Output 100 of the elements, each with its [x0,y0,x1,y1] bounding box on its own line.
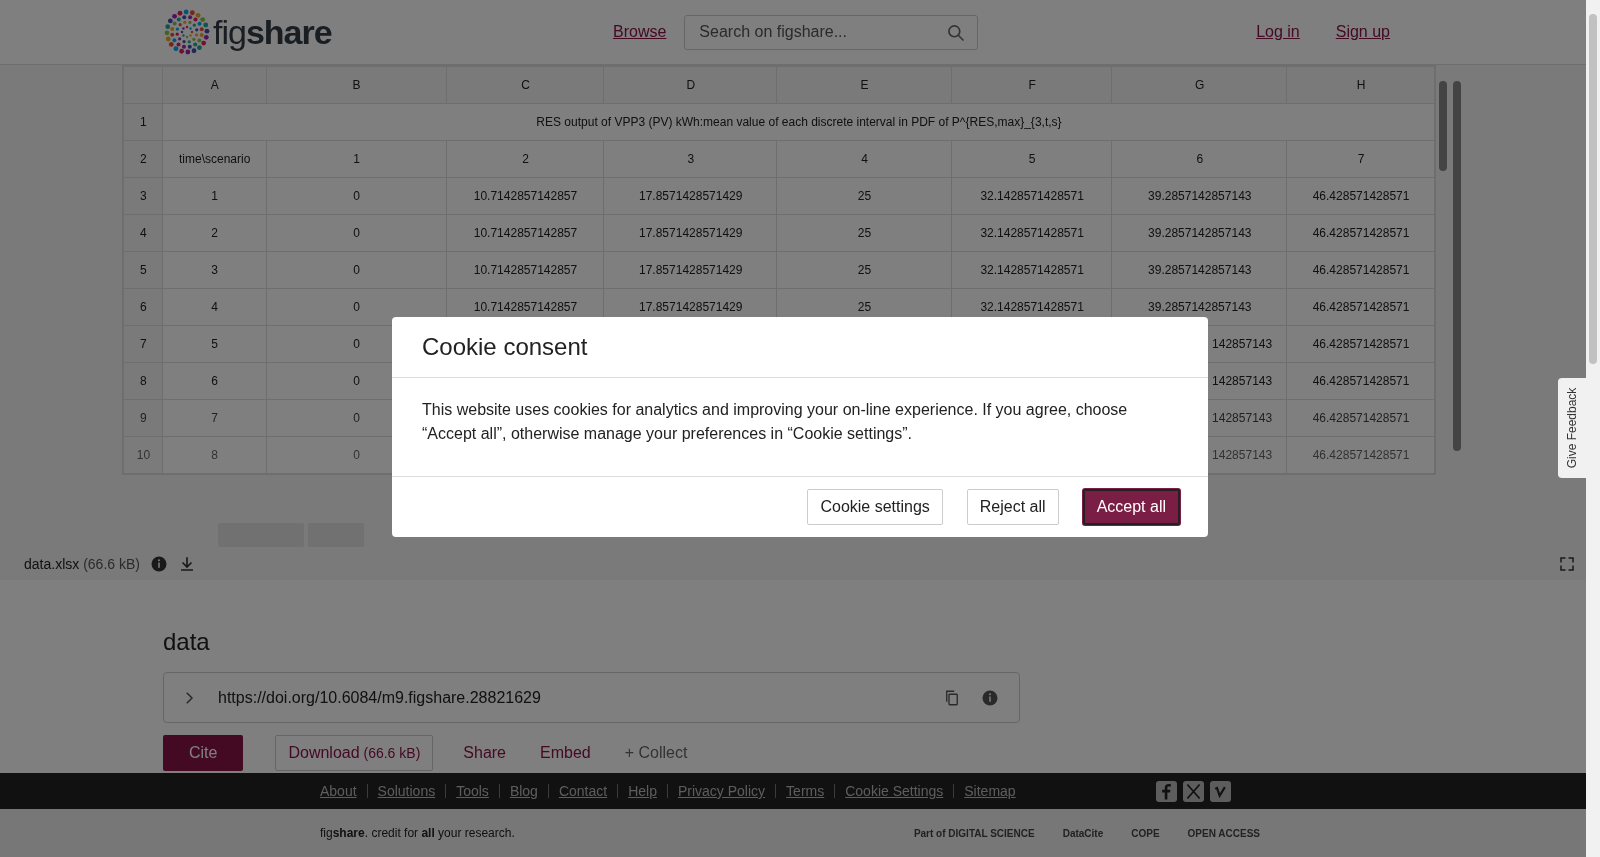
row-number: 10 [123,436,163,474]
info-icon[interactable] [149,555,168,573]
browse-link[interactable]: Browse [613,23,667,41]
auth-link[interactable]: Log in [1256,23,1300,41]
file-name: data.xlsx (66.6 kB) [24,556,140,572]
download-button[interactable]: Download (66.6 kB) [275,735,434,771]
dialog-button[interactable]: Reject all [966,489,1059,525]
table-cell: 39.2857142857143 [1111,214,1287,252]
vimeo-icon[interactable] [1209,780,1231,802]
table-cell: 25 [776,177,952,215]
footer-link[interactable]: Cookie Settings [834,784,944,798]
table-cell: 46.428571428571 [1286,177,1435,215]
table-cell: 7 [1286,140,1435,178]
footer-link[interactable]: Privacy Policy [666,784,766,798]
table-cell: 17.8571428571429 [603,177,777,215]
table-cell: 46.428571428571 [1286,362,1435,400]
search-field[interactable]: Search on figshare... [684,14,979,50]
table-cell: 6 [162,362,266,400]
table-cell: time\scenario [162,140,266,178]
fullscreen-icon[interactable] [1558,555,1576,573]
table-cell: 0 [266,251,447,289]
table-cell: 10.7142857142857 [446,214,604,252]
feedback-tab[interactable]: Give Feedback [1558,378,1586,478]
table-cell: 5 [162,325,266,363]
row-number: 5 [123,251,163,289]
partner-logo[interactable]: DataCite [1062,827,1104,839]
x-icon[interactable] [1182,780,1204,802]
row-number: 4 [123,214,163,252]
row-number: 9 [123,399,163,437]
column-header: H [1286,66,1435,104]
dialog-title: Cookie consent [392,317,1208,378]
table-cell: 1 [266,140,447,178]
table-cell: 32.1428571428571 [951,214,1112,252]
table-cell: 10.7142857142857 [446,251,604,289]
table-cell: 32.1428571428571 [951,177,1112,215]
table-cell: 46.428571428571 [1286,325,1435,363]
table-cell: 4 [162,288,266,326]
tagline: figshare. credit for all your research. [320,826,515,840]
table-cell: 46.428571428571 [1286,214,1435,252]
cite-button[interactable]: Cite [163,735,244,771]
row-number: 6 [123,288,163,326]
partner-logo[interactable]: COPE [1131,827,1160,839]
table-cell: 2 [162,214,266,252]
table-cell: 46.428571428571 [1286,436,1435,474]
column-header: E [776,66,952,104]
page-scrollbar[interactable] [1586,0,1600,857]
footer-link[interactable]: Sitemap [953,784,1016,798]
column-header: F [951,66,1112,104]
table-cell: 25 [776,214,952,252]
table-cell: 46.428571428571 [1286,288,1435,326]
info-icon[interactable] [981,688,999,707]
table-cell: 0 [266,177,447,215]
table-cell: 3 [162,251,266,289]
row-number: 2 [123,140,163,178]
table-cell: 25 [776,251,952,289]
table-cell: 10.7142857142857 [446,177,604,215]
footer-link[interactable]: About [320,784,357,798]
footer-link[interactable]: Blog [498,784,538,798]
partner-logo[interactable]: Part of DIGITAL SCIENCE [913,827,1035,839]
table-cell: 5 [951,140,1112,178]
auth-link[interactable]: Sign up [1335,23,1390,41]
table-cell: 39.2857142857143 [1111,177,1287,215]
table-cell: 39.2857142857143 [1111,251,1287,289]
facebook-icon[interactable] [1155,780,1177,802]
footer-link[interactable]: Terms [775,784,825,798]
column-header: C [446,66,604,104]
table-cell: 4 [776,140,952,178]
row-number: 1 [123,103,163,141]
accept-button[interactable]: Accept all [1082,489,1180,525]
item-title: data [163,628,211,656]
figshare-logo[interactable]: figshare [213,12,332,52]
table-cell: 46.428571428571 [1286,399,1435,437]
table-cell: 0 [266,214,447,252]
copy-icon[interactable] [943,688,961,707]
table-cell: 17.8571428571429 [603,214,777,252]
footer-link[interactable]: Tools [445,784,489,798]
table-cell: 7 [162,399,266,437]
search-icon[interactable] [946,22,967,43]
logo-icon [163,8,211,56]
row-number: 3 [123,177,163,215]
footer-link[interactable]: Solutions [366,784,436,798]
column-header: G [1111,66,1287,104]
partner-logo[interactable]: OPEN ACCESS [1187,827,1260,839]
dialog-button[interactable]: Cookie settings [807,489,943,525]
doi-link[interactable]: https://doi.org/10.6084/m9.figshare.28821629 [218,688,923,707]
table-cell: 6 [1111,140,1287,178]
table-cell: 2 [446,140,604,178]
column-header: D [603,66,777,104]
table-cell: RES output of VPP3 (PV) kWh:mean value of each discrete interval in PDF of P^{RES,max}_{3,t,s} [162,103,1435,141]
footer-link[interactable]: Contact [547,784,608,798]
column-header: B [266,66,447,104]
table-cell: 1 [162,177,266,215]
table-cell: 32.1428571428571 [951,251,1112,289]
table-cell: 17.8571428571429 [603,251,777,289]
footer-link[interactable]: Help [617,784,657,798]
row-number: 8 [123,362,163,400]
row-number: 7 [123,325,163,363]
column-header: A [162,66,266,104]
table-cell: 46.428571428571 [1286,251,1435,289]
table-cell: 8 [162,436,266,474]
